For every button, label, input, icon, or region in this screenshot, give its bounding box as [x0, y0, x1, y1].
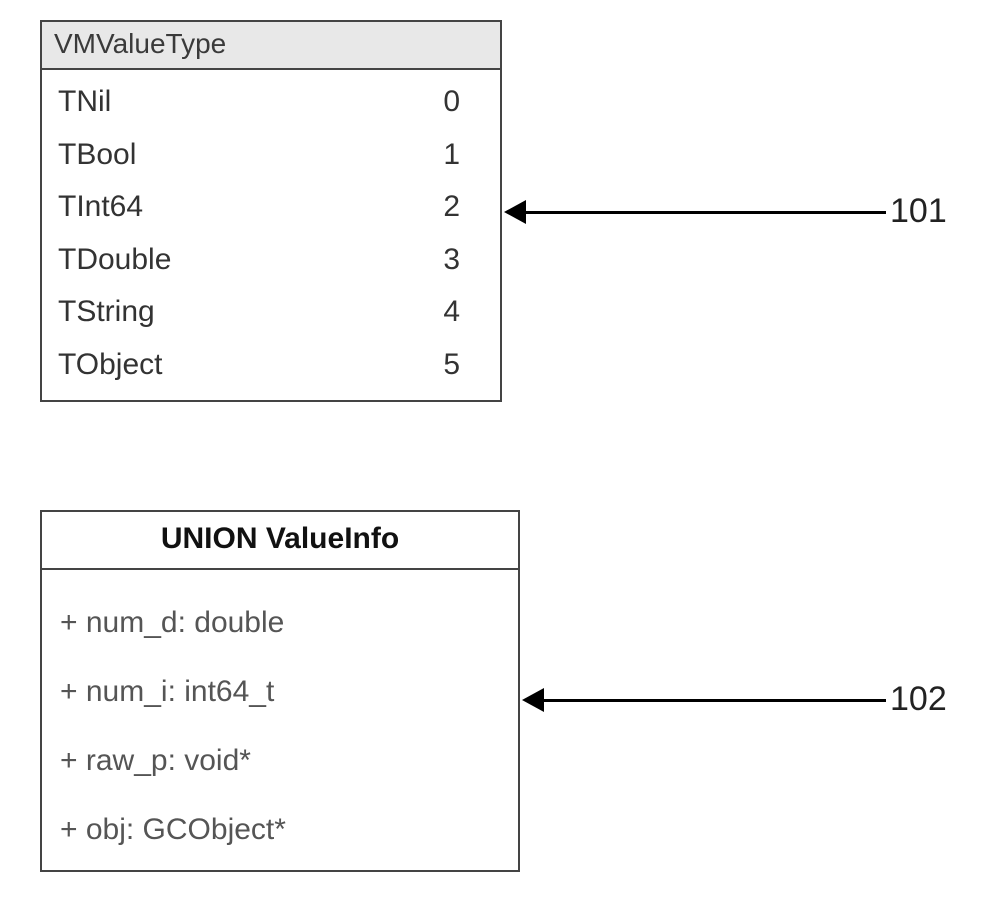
union-row: + num_i: int64_t — [60, 657, 500, 726]
enum-row-name: TObject — [58, 339, 163, 392]
enum-row: TString 4 — [58, 286, 480, 339]
enum-row-value: 1 — [420, 129, 480, 182]
callout-102: 102 — [890, 680, 947, 719]
enum-row: TBool 1 — [58, 129, 480, 182]
enum-row-name: TInt64 — [58, 181, 143, 234]
enum-row-value: 3 — [420, 234, 480, 287]
enum-row-value: 4 — [420, 286, 480, 339]
callout-101: 101 — [890, 192, 947, 231]
enum-row-value: 0 — [420, 76, 480, 129]
enum-title: VMValueType — [42, 22, 500, 70]
enum-row: TObject 5 — [58, 339, 480, 392]
enum-row: TNil 0 — [58, 76, 480, 129]
enum-row-name: TNil — [58, 76, 111, 129]
arrow-head-icon — [522, 688, 544, 712]
enum-row: TDouble 3 — [58, 234, 480, 287]
enum-row-value: 2 — [420, 181, 480, 234]
union-title: UNION ValueInfo — [42, 512, 518, 570]
enum-rows: TNil 0 TBool 1 TInt64 2 TDouble 3 TStrin… — [42, 70, 500, 397]
enum-row-name: TBool — [58, 129, 136, 182]
enum-row-name: TDouble — [58, 234, 171, 287]
union-row: + num_d: double — [60, 588, 500, 657]
arrow-line — [544, 699, 886, 702]
union-box: UNION ValueInfo + num_d: double + num_i:… — [40, 510, 520, 872]
enum-box: VMValueType TNil 0 TBool 1 TInt64 2 TDou… — [40, 20, 502, 402]
arrow-line — [526, 211, 886, 214]
enum-row-value: 5 — [420, 339, 480, 392]
arrow-head-icon — [504, 200, 526, 224]
union-rows: + num_d: double + num_i: int64_t + raw_p… — [42, 570, 518, 874]
union-row: + raw_p: void* — [60, 726, 500, 795]
union-row: + obj: GCObject* — [60, 795, 500, 864]
diagram-canvas: VMValueType TNil 0 TBool 1 TInt64 2 TDou… — [0, 0, 999, 921]
enum-row-name: TString — [58, 286, 155, 339]
enum-row: TInt64 2 — [58, 181, 480, 234]
